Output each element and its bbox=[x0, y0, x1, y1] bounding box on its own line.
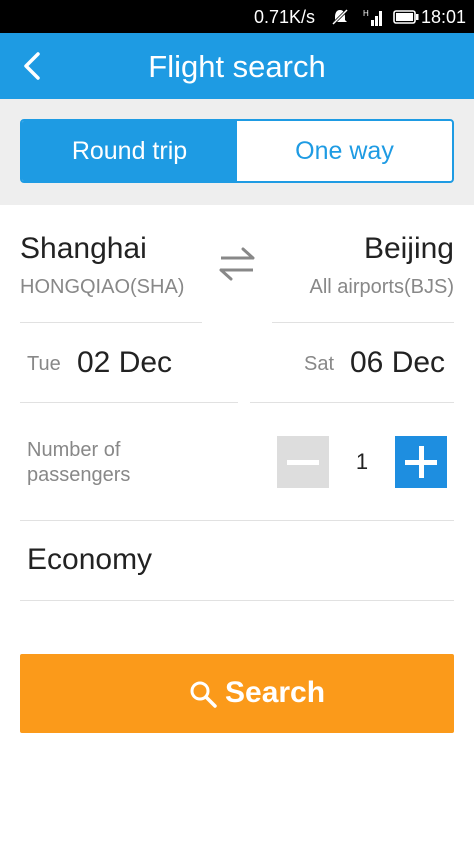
signal-icon: H bbox=[363, 9, 382, 26]
svg-text:H: H bbox=[363, 9, 369, 18]
tab-one-way[interactable]: One way bbox=[237, 121, 452, 181]
cabin-class[interactable]: Economy bbox=[27, 543, 152, 577]
clock: 18:01 bbox=[421, 7, 467, 27]
destination-airport[interactable]: All airports(BJS) bbox=[310, 276, 454, 299]
plus-icon-vertical bbox=[419, 446, 424, 478]
battery-icon bbox=[393, 10, 419, 24]
return-day[interactable]: Sat bbox=[304, 353, 334, 376]
origin-city[interactable]: Shanghai bbox=[20, 232, 147, 266]
divider bbox=[20, 520, 454, 521]
destination-city[interactable]: Beijing bbox=[364, 232, 454, 266]
depart-day[interactable]: Tue bbox=[27, 353, 61, 376]
origin-airport[interactable]: HONGQIAO(SHA) bbox=[20, 276, 184, 299]
divider bbox=[272, 322, 454, 323]
network-speed: 0.71K/s bbox=[254, 7, 316, 27]
app-bar: Flight search bbox=[0, 33, 474, 99]
decrease-passengers-button[interactable] bbox=[277, 436, 329, 488]
mute-icon bbox=[331, 8, 349, 26]
divider bbox=[20, 402, 238, 403]
swap-arrows-icon[interactable] bbox=[217, 246, 257, 282]
divider bbox=[20, 600, 454, 601]
search-button[interactable]: Search bbox=[20, 654, 454, 733]
depart-date[interactable]: 02 Dec bbox=[77, 346, 172, 380]
trip-type-bar: Round trip One way bbox=[0, 99, 474, 205]
divider bbox=[20, 322, 202, 323]
trip-type-toggle: Round trip One way bbox=[20, 119, 454, 183]
passengers-label: Number of passengers bbox=[27, 439, 131, 486]
page-title: Flight search bbox=[148, 49, 326, 84]
minus-icon bbox=[287, 460, 319, 465]
increase-passengers-button[interactable] bbox=[395, 436, 447, 488]
search-button-label: Search bbox=[225, 676, 326, 709]
status-bar: 0.71K/s H 18:01 bbox=[0, 0, 474, 33]
search-icon bbox=[190, 681, 217, 708]
return-date[interactable]: 06 Dec bbox=[350, 346, 445, 380]
passenger-count: 1 bbox=[355, 449, 369, 474]
divider bbox=[250, 402, 454, 403]
tab-round-trip[interactable]: Round trip bbox=[22, 121, 237, 181]
